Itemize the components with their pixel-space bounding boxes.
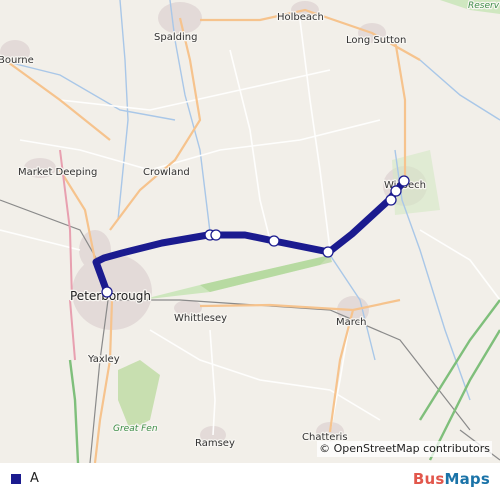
bus-stop[interactable]: [398, 175, 410, 187]
busmaps-logo[interactable]: BusMaps: [413, 470, 490, 488]
place-holbeach: Holbeach: [277, 12, 324, 23]
legend-route-swatch: [11, 474, 21, 484]
place-whittlesey: Whittlesey: [174, 313, 227, 324]
bus-stop[interactable]: [210, 229, 222, 241]
place-yaxley: Yaxley: [87, 354, 120, 365]
bus-stop[interactable]: [268, 235, 280, 247]
place-market-deeping: Market Deeping: [18, 167, 97, 178]
map-attribution[interactable]: © OpenStreetMap contributors: [317, 441, 492, 457]
place-bourne: Bourne: [0, 55, 34, 66]
place-reserve: Reserv: [468, 1, 500, 11]
bus-stop[interactable]: [322, 246, 334, 258]
map-canvas[interactable]: Holbeach Spalding Bourne Long Sutton Mar…: [0, 0, 500, 463]
place-crowland: Crowland: [143, 167, 190, 178]
nene-washes-inner: [200, 255, 332, 292]
legend-route-label: A: [30, 471, 39, 486]
great-fen-area: [118, 360, 160, 430]
map-basemap: Holbeach Spalding Bourne Long Sutton Mar…: [0, 0, 500, 463]
place-march: March: [336, 317, 366, 328]
brand-maps: Maps: [444, 470, 490, 488]
place-long-sutton: Long Sutton: [346, 35, 406, 46]
bus-stop[interactable]: [101, 286, 113, 298]
brand-bus: Bus: [412, 470, 445, 488]
bus-stop[interactable]: [390, 185, 402, 197]
place-ramsey: Ramsey: [195, 438, 235, 449]
place-spalding: Spalding: [154, 32, 197, 43]
bus-stop[interactable]: [385, 194, 397, 206]
place-great-fen: Great Fen: [113, 424, 158, 434]
